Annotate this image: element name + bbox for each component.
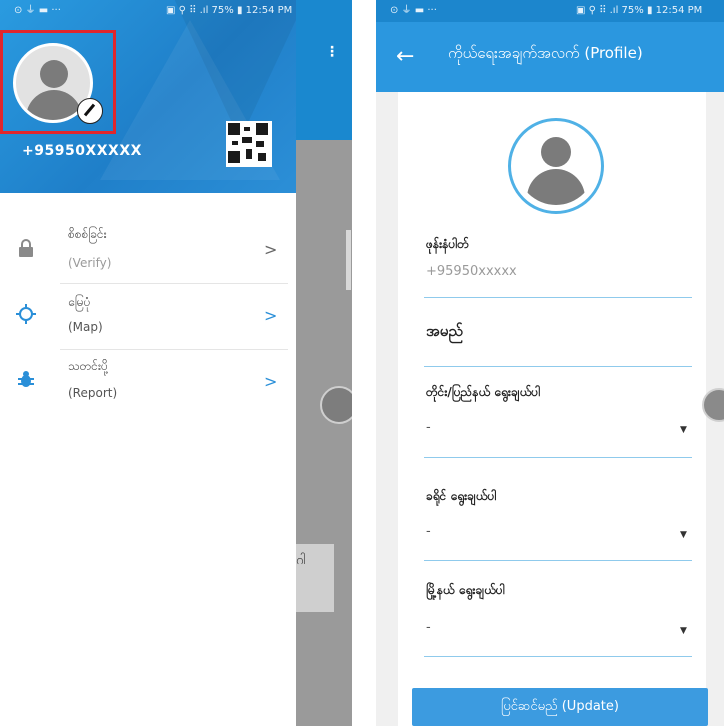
- background-pencil-icon: [320, 386, 352, 424]
- background-app-bar: [296, 0, 352, 140]
- status-icons: ⊙ ⏚ ▬ ···: [390, 5, 437, 16]
- menu-label-mm: သတင်းပို့: [68, 359, 108, 373]
- app-bar: ← ကိုယ်ရေးအချက်အလက် (Profile): [376, 22, 724, 92]
- field-underline: [424, 656, 692, 657]
- menu-label-en: (Map): [68, 320, 103, 334]
- update-button[interactable]: ပြင်ဆင်မည် (Update): [412, 688, 708, 726]
- status-time: 12:54 PM: [245, 5, 293, 16]
- left-phone-screen: ⋮ ဂါ ⊙ ⏚ ▬ ··· ▣ ⚲ ⠿ .ıl 75% ▮ 12:54 PM …: [0, 0, 352, 726]
- divider: [60, 349, 288, 350]
- menu-label-en: (Report): [68, 386, 118, 400]
- bug-icon: [16, 370, 36, 390]
- state-label: တိုင်း/ပြည်နယ် ရွေးချယ်ပါ: [426, 385, 541, 399]
- status-bar-right: ▣ ⚲ ⠿ .ıl 75% ▮ 12:54 PM: [166, 0, 292, 22]
- signal-icon: ▣ ⚲ ⠿ .ıl: [576, 5, 622, 16]
- profile-avatar[interactable]: [508, 118, 604, 214]
- status-time: 12:54 PM: [655, 5, 703, 16]
- drawer-header: ⊙ ⏚ ▬ ··· ▣ ⚲ ⠿ .ıl 75% ▮ 12:54 PM +9595…: [0, 0, 296, 193]
- district-label: ခရိုင် ရွေးချယ်ပါ: [426, 489, 497, 503]
- qr-code-icon[interactable]: [226, 121, 272, 167]
- field-underline: [424, 560, 692, 561]
- avatar-inner: [517, 127, 595, 205]
- battery-text: 75%: [211, 5, 234, 16]
- crosshair-icon: [16, 304, 36, 324]
- navigation-drawer: ⊙ ⏚ ▬ ··· ▣ ⚲ ⠿ .ıl 75% ▮ 12:54 PM +9595…: [0, 0, 296, 726]
- background-card: ဂါ: [296, 544, 334, 612]
- chevron-right-icon: >: [264, 372, 278, 391]
- person-head-icon: [541, 137, 571, 167]
- battery-icon: ▮: [233, 5, 246, 16]
- battery-icon: ▮: [643, 5, 656, 16]
- township-select[interactable]: -: [426, 620, 431, 635]
- state-select[interactable]: -: [426, 420, 431, 435]
- arrow-left-icon[interactable]: ←: [396, 44, 414, 69]
- name-label: အမည်: [426, 322, 463, 340]
- district-select[interactable]: -: [426, 524, 431, 539]
- dropdown-arrow-icon[interactable]: ▼: [680, 626, 687, 636]
- background-scrollbar: [346, 230, 351, 290]
- form-margin: [376, 92, 398, 726]
- field-underline: [424, 457, 692, 458]
- lock-icon: [16, 238, 36, 258]
- menu-label-en: (Verify): [68, 256, 112, 270]
- dropdown-arrow-icon[interactable]: ▼: [680, 425, 687, 435]
- battery-text: 75%: [621, 5, 644, 16]
- chevron-right-icon: >: [264, 240, 278, 259]
- status-bar-right: ▣ ⚲ ⠿ .ıl 75% ▮ 12:54 PM: [576, 0, 702, 22]
- status-icons: ⊙ ⏚ ▬ ···: [14, 5, 61, 16]
- phone-label: ဖုန်းနံပါတ်: [426, 237, 469, 251]
- page-title: ကိုယ်ရေးအချက်အလက် (Profile): [448, 44, 643, 62]
- person-head-icon: [40, 60, 68, 88]
- signal-icon: ▣ ⚲ ⠿ .ıl: [166, 5, 212, 16]
- background-card-text: ဂါ: [296, 553, 306, 568]
- phone-number: +95950XXXXX: [22, 143, 142, 159]
- menu-label-mm: စိစစ်ခြင်း: [68, 227, 107, 241]
- divider: [60, 283, 288, 284]
- chevron-right-icon: >: [264, 306, 278, 325]
- edit-pencil-icon[interactable]: [77, 98, 103, 124]
- status-bar: ⊙ ⏚ ▬ ··· ▣ ⚲ ⠿ .ıl 75% ▮ 12:54 PM: [376, 0, 724, 22]
- phone-field[interactable]: +95950xxxxx: [426, 264, 517, 279]
- overflow-menu-icon: ⋮: [325, 44, 339, 60]
- person-body-icon: [26, 90, 82, 120]
- menu-item-map[interactable]: မြေပုံ (Map) >: [0, 286, 296, 352]
- person-body-icon: [527, 169, 585, 205]
- background-scrim[interactable]: [296, 140, 352, 726]
- township-label: မြို့နယ် ရွေးချယ်ပါ: [426, 583, 505, 597]
- right-phone-screen: ⊙ ⏚ ▬ ··· ▣ ⚲ ⠿ .ıl 75% ▮ 12:54 PM ← ကို…: [376, 0, 724, 726]
- menu-label-mm: မြေပုံ: [68, 295, 91, 309]
- menu-item-report[interactable]: သတင်းပို့ (Report) >: [0, 352, 296, 418]
- field-underline: [424, 366, 692, 367]
- menu-item-verify[interactable]: စိစစ်ခြင်း (Verify) >: [0, 220, 296, 286]
- dropdown-arrow-icon[interactable]: ▼: [680, 530, 687, 540]
- field-underline: [424, 297, 692, 298]
